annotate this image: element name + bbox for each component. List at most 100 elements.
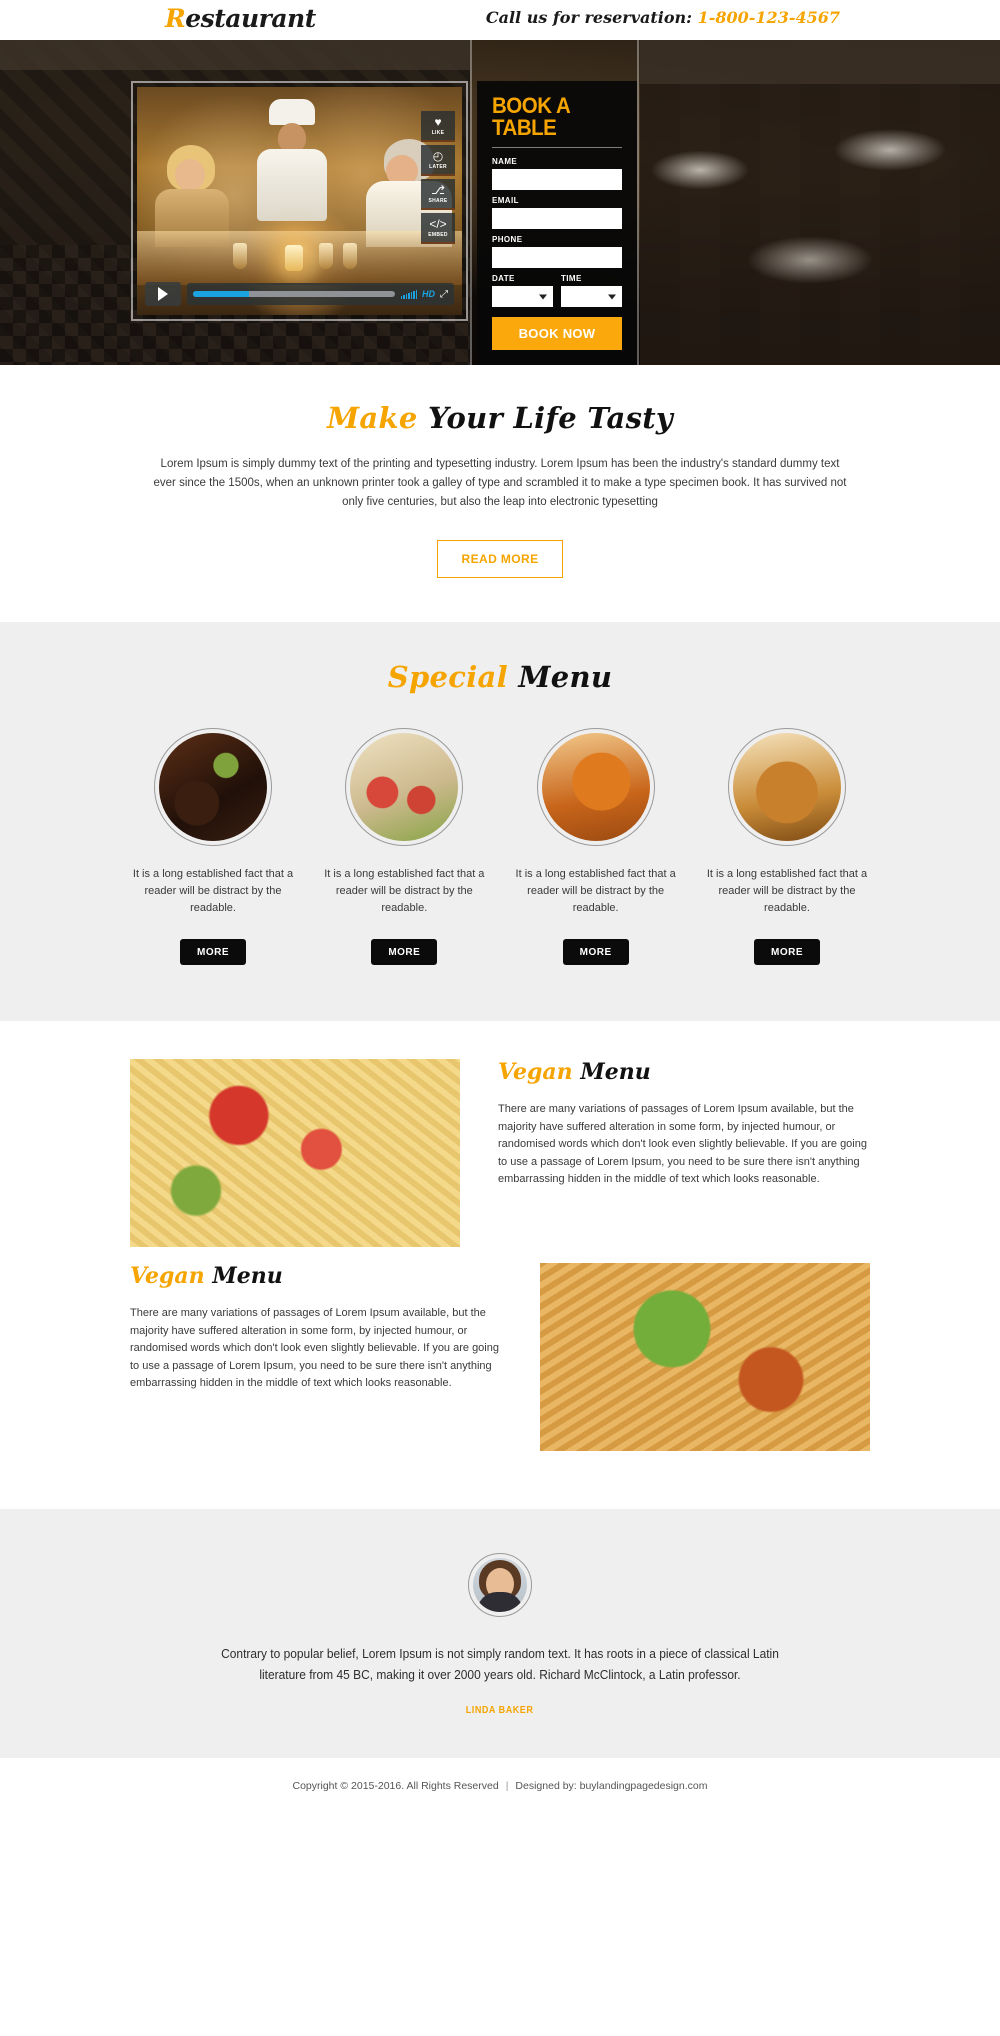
heart-icon: ♥ — [434, 114, 442, 129]
name-input[interactable] — [492, 169, 622, 190]
menu-card-text: It is a long established fact that a rea… — [324, 868, 485, 914]
read-more-button[interactable]: READ MORE — [437, 540, 563, 578]
share-icon: ⎇ — [431, 182, 445, 197]
special-heading-highlight: Special — [387, 660, 508, 694]
intro-section: Make Your Life Tasty Lorem Ipsum is simp… — [0, 365, 1000, 622]
wine-glass-icon — [343, 243, 357, 269]
booking-divider — [492, 147, 622, 148]
vegan-heading-rest: Menu — [572, 1059, 651, 1085]
testimonial-author: LINDA BAKER — [466, 1705, 534, 1716]
vegan-paragraph: There are many variations of passages of… — [498, 1103, 867, 1185]
video-embed-label: EMBED — [428, 231, 448, 238]
booking-form: BOOK A TABLE NAME EMAIL PHONE DATE TIME … — [477, 81, 637, 365]
email-input[interactable] — [492, 208, 622, 229]
video-share-button[interactable]: ⎇ SHARE — [421, 179, 455, 210]
menu-more-button[interactable]: MORE — [371, 939, 438, 965]
footer-copyright: Copyright © 2015-2016. All Rights Reserv… — [292, 1779, 499, 1792]
wine-glass-icon — [233, 243, 247, 269]
video-later-button[interactable]: ◴ LATER — [421, 145, 455, 176]
book-now-button[interactable]: BOOK NOW — [492, 317, 622, 350]
site-footer: Copyright © 2015-2016. All Rights Reserv… — [0, 1758, 1000, 1813]
clock-icon: ◴ — [432, 148, 444, 163]
phone-label: PHONE — [492, 235, 523, 244]
embed-icon: </> — [429, 216, 447, 231]
site-header: Restaurant Call us for reservation: 1-80… — [0, 0, 1000, 40]
chevron-down-icon — [608, 294, 616, 299]
reservation-label: Call us for reservation: — [485, 8, 698, 27]
vegan-paragraph: There are many variations of passages of… — [130, 1307, 499, 1389]
intro-paragraph: Lorem Ipsum is simply dummy text of the … — [153, 458, 847, 508]
hd-badge[interactable]: HD — [422, 289, 435, 299]
avatar-image — [473, 1558, 527, 1612]
video-like-button[interactable]: ♥ LIKE — [421, 111, 455, 142]
logo-text: estaurant — [185, 4, 316, 33]
menu-more-button[interactable]: MORE — [180, 939, 246, 965]
video-chef — [253, 99, 331, 221]
special-menu-grid: It is a long established fact that a rea… — [130, 728, 870, 965]
phone-number[interactable]: 1-800-123-4567 — [698, 8, 840, 27]
special-menu-section: Special Menu It is a long established fa… — [0, 622, 1000, 1021]
hero-divider-right — [637, 40, 639, 365]
time-label: TIME — [561, 274, 582, 283]
footer-credit[interactable]: Designed by: buylandingpagedesign.com — [515, 1780, 707, 1792]
menu-thumbnail[interactable] — [727, 728, 846, 846]
site-logo[interactable]: Restaurant — [165, 4, 316, 33]
curry-chicken-image — [541, 733, 650, 841]
special-menu-heading: Special Menu — [0, 660, 1000, 694]
menu-card-text: It is a long established fact that a rea… — [515, 868, 676, 914]
veggie-wraps-image — [350, 733, 459, 841]
menu-card: It is a long established fact that a rea… — [130, 728, 296, 965]
time-select[interactable] — [561, 286, 622, 307]
testimonial-section: Contrary to popular belief, Lorem Ipsum … — [0, 1509, 1000, 1758]
video-share-label: SHARE — [428, 197, 448, 204]
landing-page: Restaurant Call us for reservation: 1-80… — [0, 0, 1000, 1813]
video-like-label: LIKE — [431, 129, 445, 136]
vegan-heading: Vegan Menu — [498, 1059, 870, 1085]
vegan-text-block: Vegan Menu There are many variations of … — [130, 1263, 540, 1393]
avatar — [468, 1553, 532, 1617]
hero-divider-left — [470, 40, 472, 365]
footer-separator: | — [505, 1779, 509, 1792]
menu-thumbnail[interactable] — [154, 728, 272, 846]
progress-bar[interactable] — [193, 291, 395, 297]
menu-more-button[interactable]: MORE — [562, 939, 629, 965]
menu-more-button[interactable]: MORE — [753, 939, 820, 965]
chevron-down-icon — [539, 294, 547, 299]
phone-input[interactable] — [492, 247, 622, 268]
email-label: EMAIL — [492, 196, 519, 205]
vegan-heading-highlight: Vegan — [498, 1059, 573, 1085]
menu-thumbnail[interactable] — [536, 728, 655, 846]
vegan-block: Vegan Menu There are many variations of … — [130, 1059, 870, 1247]
video-controls: HD ⤢ — [137, 279, 462, 309]
candle-icon — [285, 245, 303, 271]
vegan-menu-section: Vegan Menu There are many variations of … — [0, 1021, 1000, 1509]
menu-card: It is a long established fact that a rea… — [513, 728, 679, 965]
menu-card-text: It is a long established fact that a rea… — [706, 868, 868, 914]
vegan-heading-rest: Menu — [204, 1263, 283, 1289]
spaghetti-bolognese-image — [540, 1263, 870, 1451]
intro-heading-rest: Your Life Tasty — [417, 401, 674, 435]
video-embed-button[interactable]: </> EMBED — [421, 213, 455, 244]
menu-card: It is a long established fact that a rea… — [321, 728, 487, 965]
progress-fill — [193, 291, 250, 297]
menu-thumbnail[interactable] — [345, 728, 464, 846]
volume-icon[interactable] — [400, 289, 417, 299]
name-label: NAME — [492, 157, 518, 166]
date-time-row: DATE TIME — [492, 274, 622, 307]
vegan-block: Vegan Menu There are many variations of … — [130, 1263, 870, 1451]
hero-dining-tables — [640, 100, 1000, 320]
vegan-heading-highlight: Vegan — [130, 1263, 205, 1289]
date-select[interactable] — [492, 286, 553, 307]
play-button[interactable] — [145, 282, 181, 306]
fullscreen-icon[interactable]: ⤢ — [440, 289, 448, 300]
video-action-bar: ♥ LIKE ◴ LATER ⎇ SHARE </> EMBED — [421, 111, 455, 247]
video-player[interactable]: ♥ LIKE ◴ LATER ⎇ SHARE </> EMBED HD ⤢ — [131, 81, 468, 321]
testimonial-quote: Contrary to popular belief, Lorem Ipsum … — [221, 1646, 779, 1682]
video-seek-area[interactable]: HD ⤢ — [187, 283, 454, 305]
seafood-pasta-image — [130, 1059, 460, 1247]
hero-section: ♥ LIKE ◴ LATER ⎇ SHARE </> EMBED HD ⤢ BO… — [0, 40, 1000, 365]
grilled-lamb-chops-image — [159, 733, 267, 841]
intro-heading-highlight: Make — [326, 401, 418, 435]
roast-turkey-image — [732, 733, 841, 841]
video-screen[interactable]: ♥ LIKE ◴ LATER ⎇ SHARE </> EMBED HD ⤢ — [137, 87, 462, 315]
